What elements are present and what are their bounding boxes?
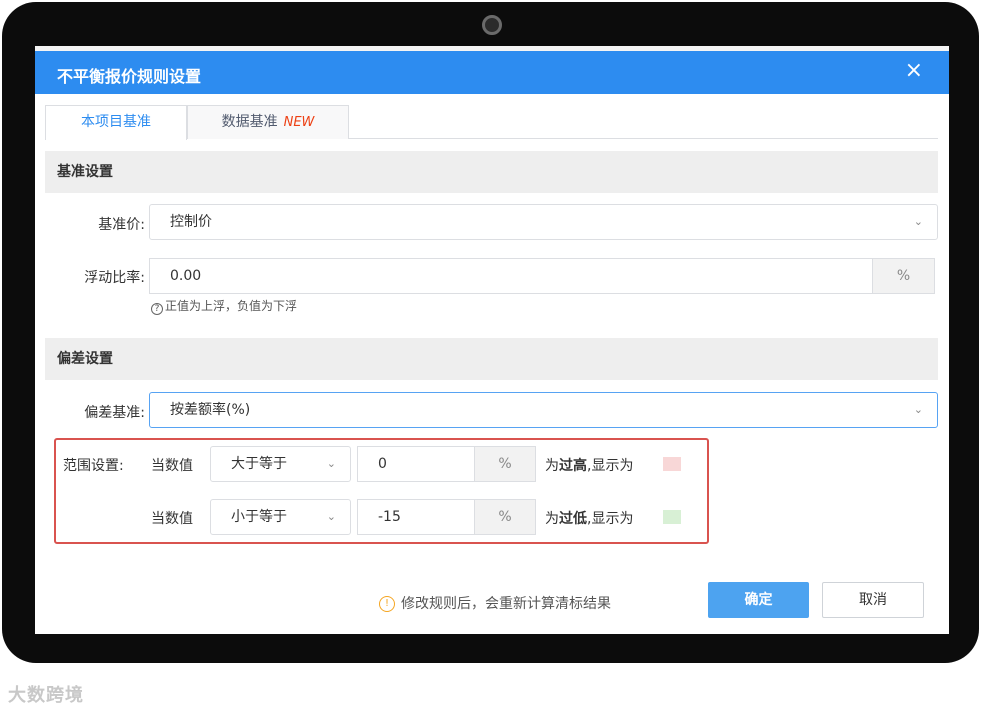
operator-select-low[interactable]: 小于等于 ⌄ [210, 499, 351, 535]
confirm-button[interactable]: 确定 [708, 582, 809, 618]
range-label: 范围设置: [63, 458, 124, 474]
select-value: 控制价 [170, 214, 212, 230]
cancel-button[interactable]: 取消 [822, 582, 924, 618]
hint-text: 正值为上浮，负值为下浮 [165, 299, 298, 313]
watermark-logo: 大数跨境 [8, 685, 84, 706]
select-value: 小于等于 [231, 509, 287, 525]
section-header-deviation: 偏差设置 [45, 338, 938, 380]
percent-unit: % [873, 258, 935, 294]
high-color-swatch[interactable] [663, 457, 681, 471]
section-header-benchmark: 基准设置 [45, 151, 938, 193]
float-rate-label: 浮动比率: [84, 270, 145, 286]
threshold-input-high[interactable]: 0 [357, 446, 475, 482]
low-color-swatch[interactable] [663, 510, 681, 524]
operator-select-high[interactable]: 大于等于 ⌄ [210, 446, 351, 482]
device-frame: 不平衡报价规则设置 × 本项目基准 数据基准 NEW 基准设置 基准价: 控制价 … [2, 2, 979, 663]
screen: 不平衡报价规则设置 × 本项目基准 数据基准 NEW 基准设置 基准价: 控制价 … [35, 46, 949, 634]
high-result-text: 为过高,显示为 [545, 458, 634, 474]
chevron-down-icon: ⌄ [326, 510, 336, 523]
question-icon: ? [151, 303, 163, 315]
deviation-basis-label: 偏差基准: [84, 405, 145, 421]
info-icon: ! [379, 596, 395, 612]
chevron-down-icon: ⌄ [913, 215, 923, 228]
tab-project-benchmark[interactable]: 本项目基准 [45, 105, 187, 140]
low-result-text: 为过低,显示为 [545, 511, 634, 527]
chevron-down-icon: ⌄ [326, 457, 336, 470]
dialog-titlebar: 不平衡报价规则设置 × [35, 51, 949, 94]
footer-note: ! 修改规则后，会重新计算清标结果 [379, 593, 611, 613]
footer-note-text: 修改规则后，会重新计算清标结果 [401, 596, 611, 612]
benchmark-price-label: 基准价: [98, 217, 145, 233]
condition-prefix: 当数值 [151, 511, 193, 527]
float-rate-hint: ? 正值为上浮，负值为下浮 [151, 297, 297, 315]
close-icon[interactable]: × [905, 60, 923, 82]
tab-label: 数据基准 [221, 114, 278, 130]
float-rate-input[interactable]: 0.00 [149, 258, 873, 294]
tab-data-benchmark[interactable]: 数据基准 NEW [187, 105, 349, 139]
tab-bar: 本项目基准 数据基准 NEW [45, 105, 938, 140]
threshold-input-low[interactable]: -15 [357, 499, 475, 535]
tab-label: 本项目基准 [81, 114, 151, 130]
chevron-down-icon: ⌄ [913, 403, 923, 416]
benchmark-price-select[interactable]: 控制价 ⌄ [149, 204, 938, 240]
percent-unit: % [475, 446, 536, 482]
new-badge: NEW [283, 115, 315, 130]
select-value: 大于等于 [231, 456, 287, 472]
camera-icon [482, 15, 502, 35]
percent-unit: % [475, 499, 536, 535]
select-value: 按差额率(%) [170, 402, 251, 418]
dialog-title: 不平衡报价规则设置 [57, 67, 202, 86]
deviation-basis-select[interactable]: 按差额率(%) ⌄ [149, 392, 938, 428]
condition-prefix: 当数值 [151, 458, 193, 474]
